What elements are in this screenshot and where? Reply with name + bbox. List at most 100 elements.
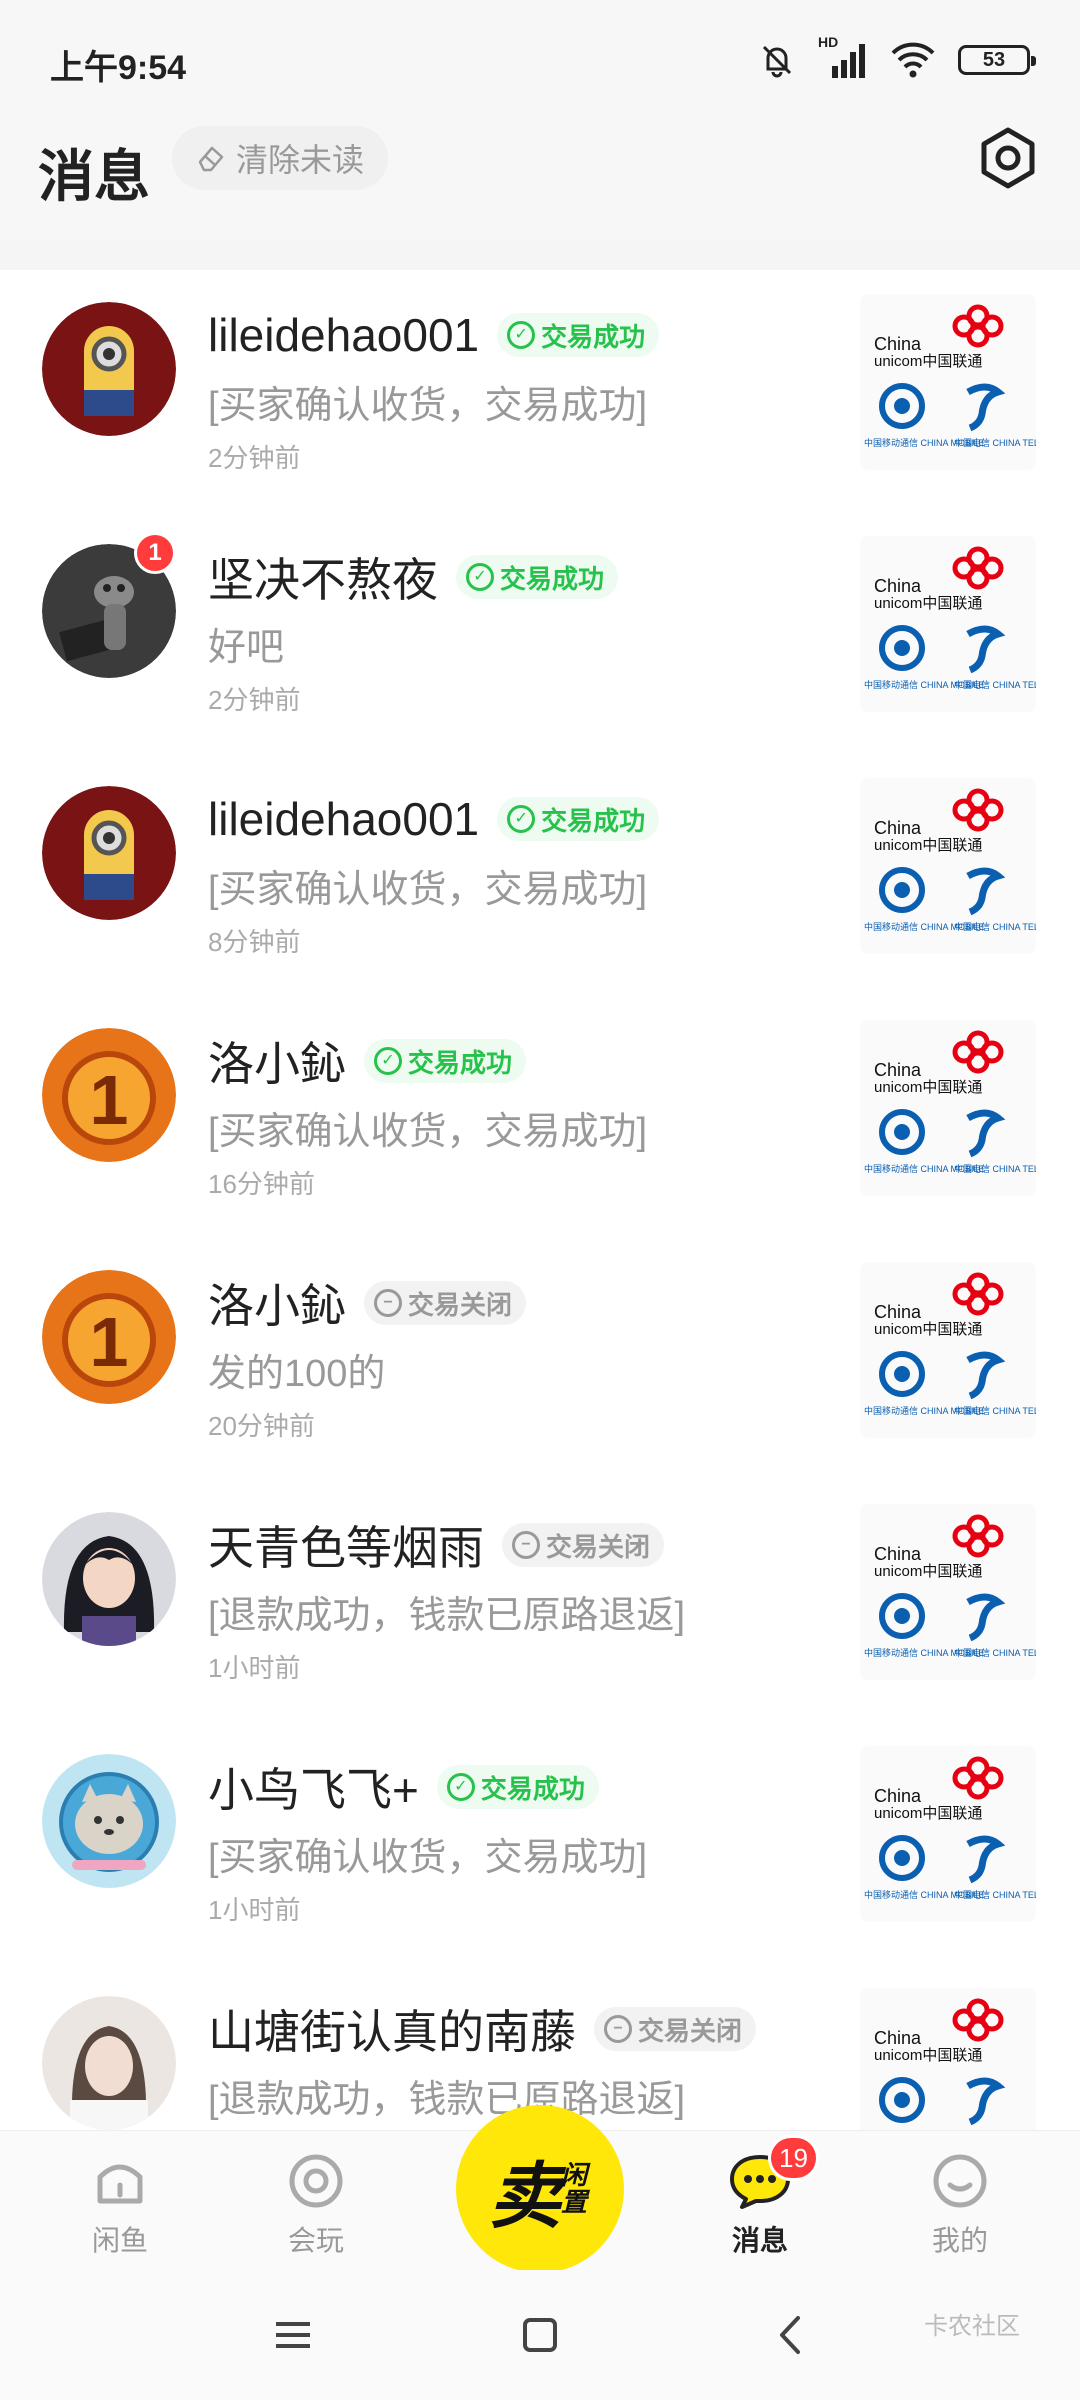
carrier-logos-image: China unicom中国联通 中国移动通信 CHINA MOBILE 中国电…: [864, 1514, 1036, 1658]
smile-face-icon: [933, 2154, 987, 2208]
message-item[interactable]: lileidehao001 ✓ 交易成功 [买家确认收货，交易成功] 8分钟前 …: [0, 754, 1080, 996]
nav-item-home[interactable]: 闲鱼: [40, 2151, 200, 2261]
item-thumbnail[interactable]: China unicom中国联通 中国移动通信 CHINA MOBILE 中国电…: [860, 778, 1036, 954]
message-time: 2分钟前: [208, 443, 301, 473]
message-preview: [买家确认收货，交易成功]: [208, 385, 648, 427]
nav-item-play[interactable]: 会玩: [236, 2151, 396, 2261]
unicom-line1: China: [874, 334, 922, 354]
number-one-medal-avatar-icon: 1: [42, 1270, 176, 1404]
unicom-line1: China: [874, 1786, 922, 1806]
telecom-label: 中国电信 CHINA TELECOM: [954, 437, 1036, 448]
message-preview: [买家确认收货，交易成功]: [208, 869, 648, 911]
nav-item-me[interactable]: 我的: [880, 2151, 1040, 2261]
check-circle-icon: ✓: [374, 1047, 402, 1075]
message-list[interactable]: lileidehao001 ✓ 交易成功 [买家确认收货，交易成功] 2分钟前 …: [0, 270, 1080, 2130]
minus-circle-icon: −: [604, 2015, 632, 2043]
unicom-line2: unicom中国联通: [874, 1563, 982, 1580]
nav-item-messages[interactable]: 19 消息: [680, 2135, 840, 2261]
carrier-logos-image: China unicom中国联通 中国移动通信 CHINA MOBILE 中国电…: [864, 1030, 1036, 1174]
sell-label: 卖: [488, 2156, 561, 2237]
status-badge-label: 交易成功: [541, 321, 646, 352]
message-item[interactable]: 小鸟飞飞+ ✓ 交易成功 [买家确认收货，交易成功] 1小时前 China un…: [0, 1722, 1080, 1964]
check-circle-icon: ✓: [507, 805, 536, 833]
settings-icon: [981, 127, 1035, 189]
unicom-line2: unicom中国联通: [874, 1321, 982, 1338]
page-title: 消息: [38, 145, 150, 208]
status-icons: HD 53: [758, 34, 1036, 82]
message-item[interactable]: lileidehao001 ✓ 交易成功 [买家确认收货，交易成功] 2分钟前 …: [0, 270, 1080, 512]
avatar[interactable]: [42, 1996, 176, 2130]
watermark: 卡农社区: [924, 2313, 1020, 2340]
telecom-label: 中国电信 CHINA TELECOM: [954, 679, 1036, 690]
message-item[interactable]: 1 坚决不熬夜 ✓ 交易成功 好吧 2分钟前 China unicom中国联通 …: [0, 512, 1080, 754]
item-thumbnail[interactable]: China unicom中国联通 中国移动通信 CHINA MOBILE 中国电…: [860, 536, 1036, 712]
nav-label: 我的: [931, 2225, 988, 2256]
status-badge: ✓ 交易成功: [497, 313, 660, 357]
menu-icon[interactable]: [268, 2310, 318, 2360]
unicom-line1: China: [874, 2028, 922, 2048]
message-item[interactable]: 1 洛小鈊 ✓ 交易成功 [买家确认收货，交易成功] 16分钟前 China u…: [0, 996, 1080, 1238]
carrier-logos-image: China unicom中国联通 中国移动通信 CHINA MOBILE 中国电…: [864, 1272, 1036, 1416]
contact-name: lileidehao001: [208, 309, 480, 361]
avatar[interactable]: [42, 1512, 176, 1646]
telecom-label: 中国电信 CHINA TELECOM: [954, 1163, 1036, 1174]
message-preview: [退款成功，钱款已原路退返]: [208, 2079, 686, 2121]
avatar[interactable]: [42, 302, 176, 436]
status-time: 上午9:54: [50, 49, 187, 87]
item-thumbnail[interactable]: China unicom中国联通 中国移动通信 CHINA MOBILE 中国电…: [860, 1020, 1036, 1196]
mute-bell-icon: [762, 45, 792, 78]
unread-count-badge: 1: [134, 532, 176, 574]
status-badge-label: 交易关闭: [638, 2015, 743, 2046]
contact-name: 坚决不熬夜: [208, 554, 438, 606]
message-time: 1小时前: [208, 1895, 301, 1925]
minion-avatar-icon: [42, 786, 176, 920]
sell-button[interactable]: 卖 闲置: [456, 2105, 624, 2273]
number-one-medal-avatar-icon: 1: [42, 1028, 176, 1162]
minus-circle-icon: −: [374, 1289, 402, 1317]
avatar[interactable]: [42, 1754, 176, 1888]
unicom-line2: unicom中国联通: [874, 353, 982, 370]
contact-name: 洛小鈊: [208, 1038, 346, 1090]
nav-label: 闲鱼: [91, 2225, 148, 2256]
name-row: lileidehao001 ✓ 交易成功: [208, 788, 660, 850]
message-time: 16分钟前: [208, 1169, 315, 1199]
item-thumbnail[interactable]: China unicom中国联通 中国移动通信 CHINA MOBILE 中国电…: [860, 294, 1036, 470]
avatar[interactable]: 1: [42, 1270, 176, 1404]
message-item[interactable]: 天青色等烟雨 − 交易关闭 [退款成功，钱款已原路退返] 1小时前 China …: [0, 1480, 1080, 1722]
message-preview: 好吧: [208, 627, 285, 669]
battery-level: 53: [982, 48, 1006, 71]
unicom-line2: unicom中国联通: [874, 837, 982, 854]
item-thumbnail[interactable]: China unicom中国联通 中国移动通信 CHINA MOBILE 中国电…: [860, 1746, 1036, 1922]
message-time: 8分钟前: [208, 927, 301, 957]
status-badge-label: 交易成功: [480, 1773, 585, 1804]
unicom-line1: China: [874, 1060, 922, 1080]
contact-name: lileidehao001: [208, 793, 480, 845]
clear-unread-button[interactable]: 清除未读: [172, 126, 389, 190]
home-square-icon[interactable]: [515, 2310, 565, 2360]
unicom-line1: China: [874, 1544, 922, 1564]
status-badge: − 交易关闭: [594, 2007, 757, 2051]
circle-target-icon: [289, 2154, 343, 2208]
status-badge-label: 交易关闭: [408, 1289, 513, 1320]
telecom-label: 中国电信 CHINA TELECOM: [954, 921, 1036, 932]
minus-circle-icon: −: [512, 1531, 540, 1559]
back-icon[interactable]: [766, 2310, 816, 2360]
cat-astronaut-avatar-icon: [42, 1754, 176, 1888]
contact-name: 洛小鈊: [208, 1280, 346, 1332]
message-time: 2分钟前: [208, 685, 301, 715]
unicom-line2: unicom中国联通: [874, 2047, 982, 2064]
avatar[interactable]: 1: [42, 1028, 176, 1162]
svg-text:1: 1: [90, 1303, 129, 1381]
message-item[interactable]: 1 洛小鈊 − 交易关闭 发的100的 20分钟前 China unicom中国…: [0, 1238, 1080, 1480]
carrier-logos-image: China unicom中国联通 中国移动通信 CHINA MOBILE 中国电…: [864, 304, 1036, 448]
svg-text:1: 1: [90, 1061, 129, 1139]
telecom-label: 中国电信 CHINA TELECOM: [954, 1647, 1036, 1658]
settings-button[interactable]: [974, 124, 1042, 192]
girl-photo-avatar-icon: [42, 1996, 176, 2130]
header: 消息 清除未读: [0, 120, 1080, 240]
item-thumbnail[interactable]: China unicom中国联通: [860, 1988, 1036, 2130]
item-thumbnail[interactable]: China unicom中国联通 中国移动通信 CHINA MOBILE 中国电…: [860, 1504, 1036, 1680]
status-badge: − 交易关闭: [364, 1281, 527, 1325]
item-thumbnail[interactable]: China unicom中国联通 中国移动通信 CHINA MOBILE 中国电…: [860, 1262, 1036, 1438]
avatar[interactable]: [42, 786, 176, 920]
